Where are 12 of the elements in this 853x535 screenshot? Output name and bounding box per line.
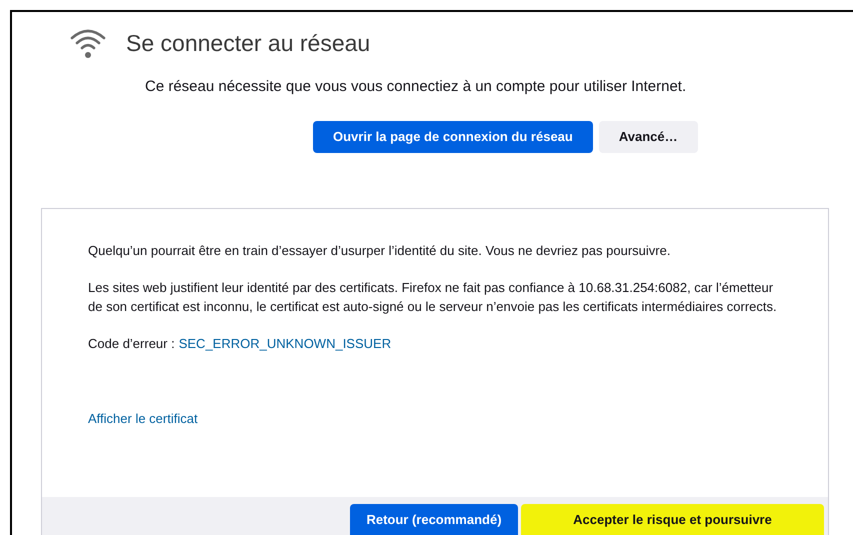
advanced-button[interactable]: Avancé…	[598, 120, 698, 152]
error-code-link[interactable]: SEC_ERROR_UNKNOWN_ISSUER	[178, 334, 392, 352]
wifi-icon	[70, 27, 106, 60]
open-login-page-button[interactable]: Ouvrir la page de connexion du réseau	[313, 120, 593, 152]
accept-risk-button[interactable]: Accepter le risque et poursuivre	[521, 504, 824, 535]
warning-paragraph: Quelqu’un pourrait être en train d’essayer d’usurper l’identité du site. Vous ne devriez pas poursuivre.	[88, 242, 672, 260]
warning-paragraph: Les sites web justifient leur identité par des certificats. Firefox ne fait pas confiance à 10.68.31.254:6082, car l’émetteur de son certificat est inconnu, le certificat est auto-signé ou le serveur n’envoie pas les certificats intermédiaires corrects.	[88, 278, 778, 316]
page-title: Se connecter au réseau	[126, 29, 370, 58]
network-message: Ce réseau nécessite que vous vous connectiez à un compte pour utiliser Internet.	[145, 78, 686, 94]
back-button[interactable]: Retour (recommandé)	[350, 504, 518, 535]
view-certificate-link[interactable]: Afficher le certificat	[88, 408, 782, 428]
error-code-label: Code d’erreur :	[88, 334, 175, 352]
